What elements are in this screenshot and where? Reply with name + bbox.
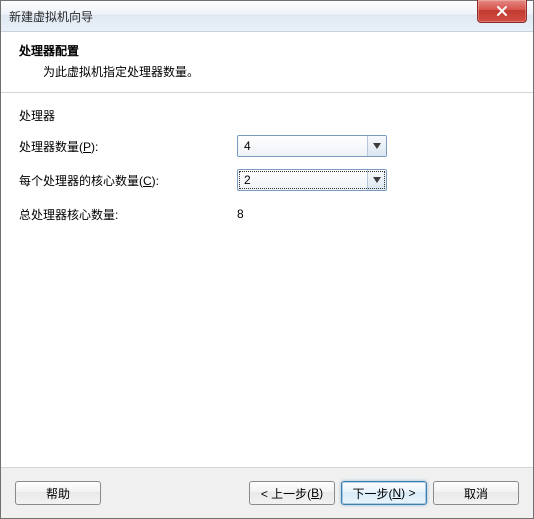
close-button[interactable] xyxy=(477,0,527,23)
label-total-cores: 总处理器核心数量: xyxy=(19,206,237,223)
header-panel: 处理器配置 为此虚拟机指定处理器数量。 xyxy=(1,32,533,93)
dropdown-button[interactable] xyxy=(367,136,386,156)
chevron-down-icon xyxy=(373,177,381,183)
footer: 帮助 < 上一步(B) 下一步(N) > 取消 xyxy=(1,467,533,518)
help-button[interactable]: 帮助 xyxy=(15,481,101,505)
back-button[interactable]: < 上一步(B) xyxy=(249,481,335,505)
close-icon xyxy=(496,5,508,17)
next-button[interactable]: 下一步(N) > xyxy=(341,481,427,505)
titlebar: 新建虚拟机向导 xyxy=(1,1,533,32)
chevron-down-icon xyxy=(373,143,381,149)
cancel-button[interactable]: 取消 xyxy=(433,481,519,505)
content-area: 处理器 处理器数量(P): 4 每个处理器的核心数量(C): 2 xyxy=(1,93,533,467)
group-label-processors: 处理器 xyxy=(19,107,515,124)
combo-value: 4 xyxy=(238,139,367,153)
page-title: 处理器配置 xyxy=(19,42,517,59)
window-title: 新建虚拟机向导 xyxy=(9,8,93,25)
label-processor-count: 处理器数量(P): xyxy=(19,138,237,155)
row-processor-count: 处理器数量(P): 4 xyxy=(19,134,515,158)
row-total-cores: 总处理器核心数量: 8 xyxy=(19,202,515,226)
page-description: 为此虚拟机指定处理器数量。 xyxy=(43,63,517,80)
combo-processor-count[interactable]: 4 xyxy=(237,135,387,157)
label-cores-per-processor: 每个处理器的核心数量(C): xyxy=(19,172,237,189)
wizard-window: 新建虚拟机向导 处理器配置 为此虚拟机指定处理器数量。 处理器 处理器数量(P)… xyxy=(0,0,534,519)
value-total-cores: 8 xyxy=(237,207,244,221)
dropdown-button[interactable] xyxy=(367,170,386,190)
combo-cores-per-processor[interactable]: 2 xyxy=(237,169,387,191)
combo-value: 2 xyxy=(238,173,367,187)
row-cores-per-processor: 每个处理器的核心数量(C): 2 xyxy=(19,168,515,192)
